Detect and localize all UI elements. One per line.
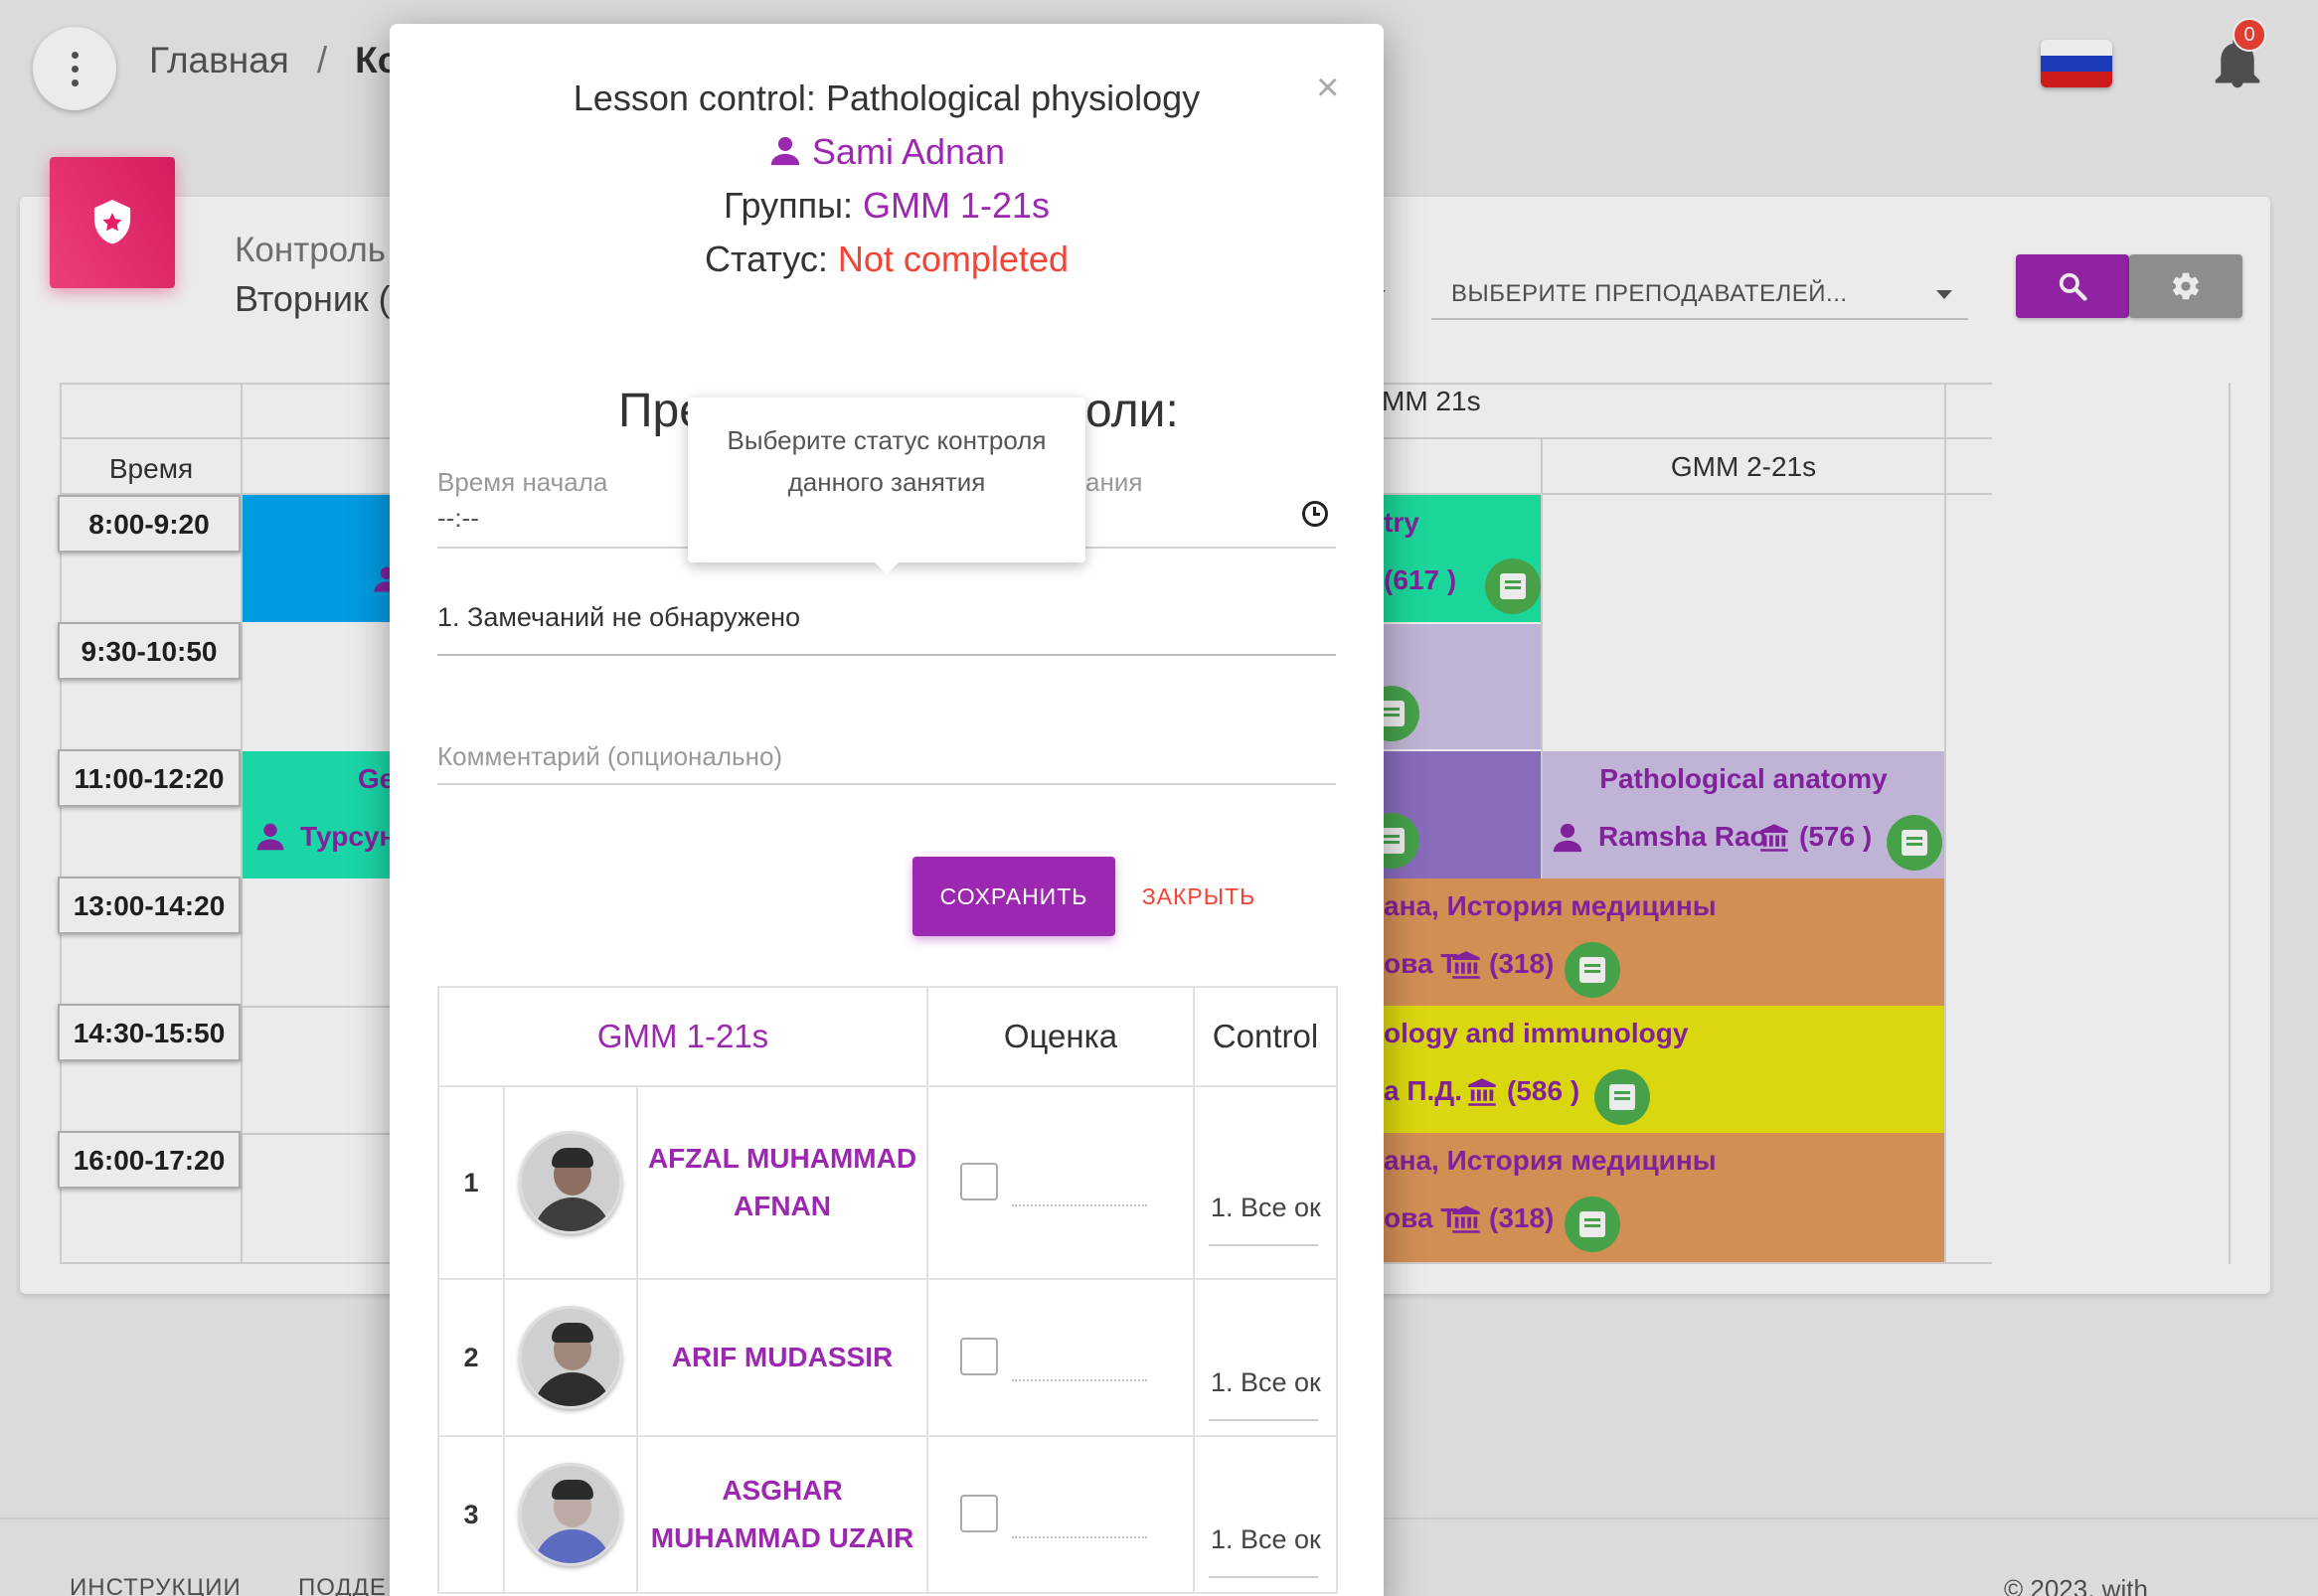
person-icon [770, 136, 800, 166]
shield-star-icon [93, 200, 131, 244]
table-row: 3 ASGHAR MUHAMMAD UZAIR 1. Все ок [437, 1435, 1338, 1594]
avatar [519, 1306, 622, 1409]
table-row: 2 ARIF MUDASSIR 1. Все ок [437, 1278, 1338, 1437]
status-tooltip: Выберите статус контроля данного занятия [688, 398, 1085, 574]
table-header-control: Control [1193, 986, 1338, 1087]
modal-subject: Pathological physiology [825, 78, 1201, 118]
comment-input[interactable]: Комментарий (опционально) [437, 741, 782, 772]
student-name[interactable]: ARIF MUDASSIR [636, 1278, 928, 1437]
control-status-select[interactable]: 1. Замечаний не обнаружено [437, 602, 1336, 633]
table-header-group: GMM 1-21s [437, 986, 928, 1087]
students-table: GMM 1-21s Оценка Control 1 AFZAL MUHAMMA… [437, 986, 1338, 1594]
lesson-control-modal: × Lesson control: Pathological physiolog… [390, 24, 1384, 1596]
avatar [519, 1131, 622, 1234]
grade-input[interactable] [1012, 1204, 1147, 1206]
avatar [519, 1463, 622, 1566]
student-name[interactable]: AFZAL MUHAMMAD AFNAN [636, 1085, 928, 1280]
save-button[interactable]: СОХРАНИТЬ [912, 857, 1115, 936]
start-time-label: Время начала [437, 467, 608, 497]
modal-title: Lesson control: Pathological physiology [573, 78, 1201, 118]
control-select[interactable]: 1. Все ок [1211, 1524, 1321, 1555]
modal-groups: Группы: GMM 1-21s [723, 185, 1051, 226]
student-name[interactable]: ASGHAR MUHAMMAD UZAIR [636, 1435, 928, 1594]
grade-input[interactable] [1012, 1536, 1147, 1538]
grade-input[interactable] [1012, 1379, 1147, 1381]
grade-checkbox[interactable] [960, 1163, 998, 1200]
table-header-grade: Оценка [926, 986, 1195, 1087]
modal-teacher: Sami Adnan [390, 131, 1384, 173]
control-select[interactable]: 1. Все ок [1211, 1367, 1321, 1398]
grade-checkbox[interactable] [960, 1495, 998, 1532]
card-header-icon [50, 157, 175, 288]
end-time-label: ания [1085, 467, 1143, 497]
table-row: 1 AFZAL MUHAMMAD AFNAN 1. Все ок [437, 1085, 1338, 1280]
start-time-input[interactable]: --:-- [437, 503, 479, 534]
control-select[interactable]: 1. Все ок [1211, 1193, 1321, 1223]
modal-status: Статус: Not completed [705, 239, 1069, 279]
clock-icon[interactable] [1302, 501, 1328, 527]
close-button[interactable]: ЗАКРЫТЬ [1139, 857, 1258, 936]
status-badge: Not completed [837, 239, 1069, 279]
grade-checkbox[interactable] [960, 1338, 998, 1375]
section-title-end: оли: [1085, 385, 1179, 437]
